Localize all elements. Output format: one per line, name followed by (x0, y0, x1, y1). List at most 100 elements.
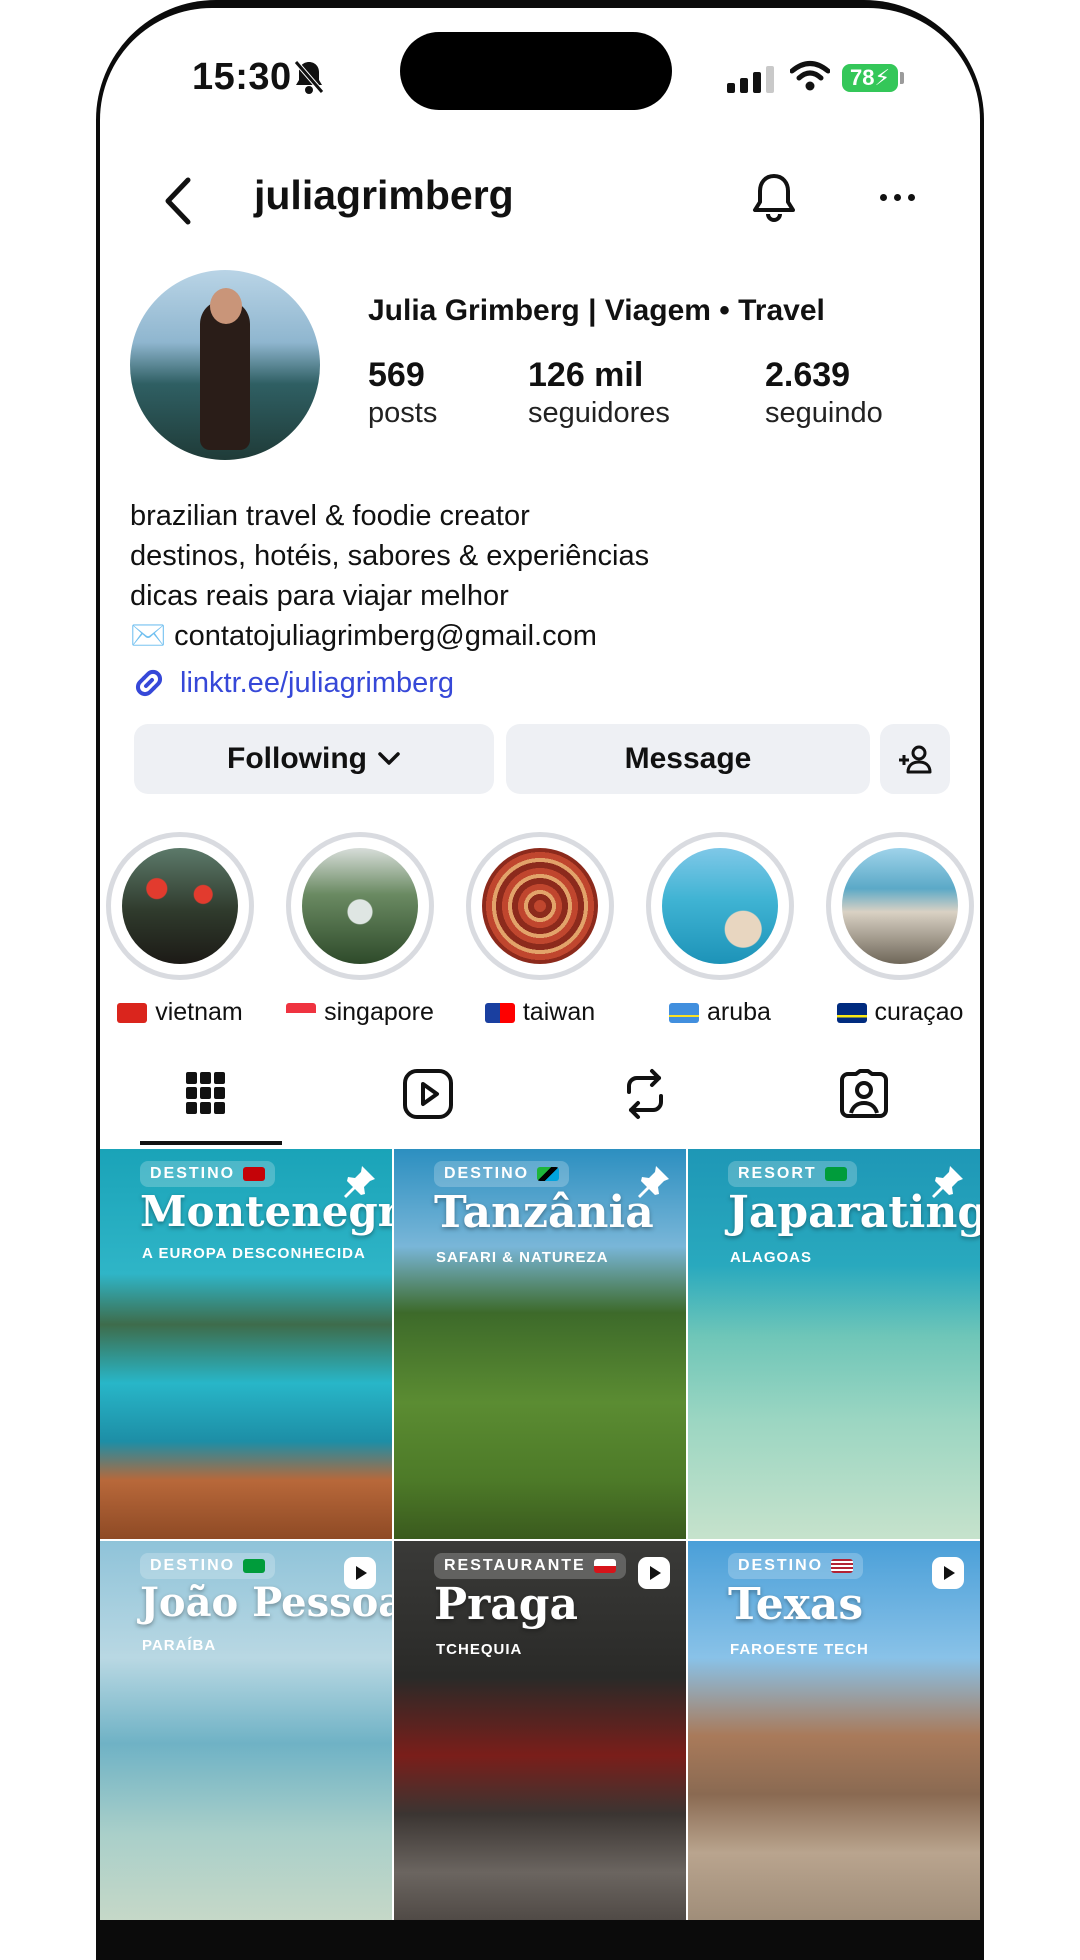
message-button[interactable]: Message (506, 724, 870, 794)
dot (908, 194, 915, 201)
highlight-aruba[interactable]: aruba (646, 832, 794, 1027)
pin-icon (930, 1163, 966, 1204)
notifications-button[interactable] (750, 172, 798, 229)
avatar-head (210, 288, 242, 324)
tab-reposts[interactable] (621, 1068, 669, 1125)
stat-posts[interactable]: 569 posts (368, 356, 437, 430)
brazil-flag-icon (824, 1167, 847, 1181)
badge-text: RESORT (738, 1165, 817, 1182)
post-subtitle: SAFARI & NATUREZA (436, 1249, 609, 1266)
post-badge: DESTINO (140, 1553, 276, 1579)
highlight-cover (302, 848, 418, 964)
post-tile[interactable]: DESTINO Montenegro A EUROPA DESCONHECIDA (100, 1149, 392, 1539)
battery-tip (900, 72, 904, 84)
add-user-icon (899, 745, 932, 774)
bell-icon (753, 174, 795, 222)
highlight-vietnam[interactable]: vietnam (106, 832, 254, 1027)
status-time: 15:30 (192, 56, 292, 98)
reel-icon (930, 1555, 966, 1596)
post-subtitle: TCHEQUIA (436, 1641, 523, 1658)
badge-text: DESTINO (150, 1557, 236, 1574)
post-tile[interactable]: DESTINO João Pessoa PARAÍBA (100, 1541, 392, 1920)
stat-label: posts (368, 397, 438, 429)
tab-tagged[interactable] (838, 1068, 890, 1125)
post-tile[interactable]: RESTAURANTE Praga TCHEQUIA (394, 1541, 686, 1920)
dot (894, 194, 901, 201)
display-name: Julia Grimberg | Viagem • Travel (368, 294, 825, 327)
post-title: Tanzânia (434, 1187, 654, 1238)
highlight-cover (662, 848, 778, 964)
highlight-ring (466, 832, 614, 980)
bio-email: ✉️ contatojuliagrimberg@gmail.com (130, 620, 597, 652)
highlight-singapore[interactable]: singapore (286, 832, 434, 1027)
highlight-label: singapore (286, 998, 434, 1027)
post-badge: DESTINO (434, 1161, 570, 1187)
highlight-ring (826, 832, 974, 980)
battery-level: 78 (850, 65, 875, 90)
badge-text: DESTINO (150, 1165, 236, 1182)
highlight-label: vietnam (106, 998, 254, 1027)
highlight-text: singapore (324, 998, 434, 1026)
bio: brazilian travel & foodie creator destin… (130, 496, 649, 656)
brazil-flag-icon (243, 1559, 266, 1573)
chevron-left-icon (165, 177, 191, 225)
avatar[interactable] (130, 270, 320, 460)
stat-value: 2.639 (765, 356, 851, 394)
post-badge: RESTAURANTE (434, 1553, 626, 1579)
highlight-cover (122, 848, 238, 964)
highlight-text: aruba (707, 998, 771, 1026)
curacao-flag-icon (836, 1002, 867, 1023)
highlight-ring (106, 832, 254, 980)
montenegro-flag-icon (243, 1167, 266, 1181)
highlight-text: taiwan (522, 998, 596, 1026)
link-text: linktr.ee/juliagrimberg (180, 666, 455, 699)
post-subtitle: A EUROPA DESCONHECIDA (142, 1245, 366, 1262)
post-tile[interactable]: RESORT Japaratinga ALAGOAS (688, 1149, 980, 1539)
post-subtitle: ALAGOAS (730, 1249, 812, 1266)
highlight-taiwan[interactable]: taiwan (466, 832, 614, 1027)
following-label: Following (227, 742, 367, 775)
stat-label: seguindo (765, 397, 883, 429)
pin-icon (636, 1163, 672, 1204)
badge-text: DESTINO (444, 1165, 530, 1182)
highlight-label: aruba (646, 998, 794, 1027)
highlight-curacao[interactable]: curaçao (826, 832, 974, 1027)
badge-text: RESTAURANTE (444, 1557, 586, 1574)
stat-following[interactable]: 2.639 seguindo (765, 356, 883, 430)
profile-link[interactable]: linktr.ee/juliagrimberg (130, 664, 454, 702)
stat-followers[interactable]: 126 mil seguidores (528, 356, 670, 430)
more-options-button[interactable] (880, 194, 915, 201)
post-tile[interactable]: DESTINO Texas FAROESTE TECH (688, 1541, 980, 1920)
profile-username: juliagrimberg (254, 172, 514, 218)
reel-icon (342, 1555, 378, 1596)
following-button[interactable]: Following (134, 724, 494, 794)
back-button[interactable] (162, 176, 196, 231)
tab-reels[interactable] (402, 1068, 454, 1125)
stat-value: 569 (368, 356, 425, 394)
bell-off-icon (292, 58, 326, 101)
dynamic-island (400, 32, 672, 110)
highlight-ring (646, 832, 794, 980)
add-user-button[interactable] (880, 724, 950, 794)
aruba-flag-icon (669, 1002, 700, 1023)
usa-flag-icon (831, 1559, 854, 1573)
chevron-down-icon (378, 752, 400, 765)
active-tab-indicator (140, 1141, 282, 1145)
link-icon (135, 669, 163, 697)
czech-flag-icon (593, 1559, 616, 1573)
post-tile[interactable]: DESTINO Tanzânia SAFARI & NATUREZA (394, 1149, 686, 1539)
grid-icon (186, 1072, 225, 1114)
reel-icon (636, 1555, 672, 1596)
signal-icon (727, 66, 774, 93)
highlight-label: curaçao (826, 998, 974, 1027)
battery-icon: 78 ⚡ (842, 64, 898, 92)
message-label: Message (624, 742, 752, 775)
bio-line: brazilian travel & foodie creator (130, 500, 530, 532)
reels-icon (403, 1069, 453, 1119)
tagged-icon (840, 1069, 888, 1118)
bio-line: destinos, hotéis, sabores & experiências (130, 540, 650, 572)
highlight-text: vietnam (155, 998, 243, 1026)
highlight-label: taiwan (466, 998, 614, 1027)
taiwan-flag-icon (484, 1002, 515, 1023)
tab-grid[interactable] (184, 1068, 228, 1123)
